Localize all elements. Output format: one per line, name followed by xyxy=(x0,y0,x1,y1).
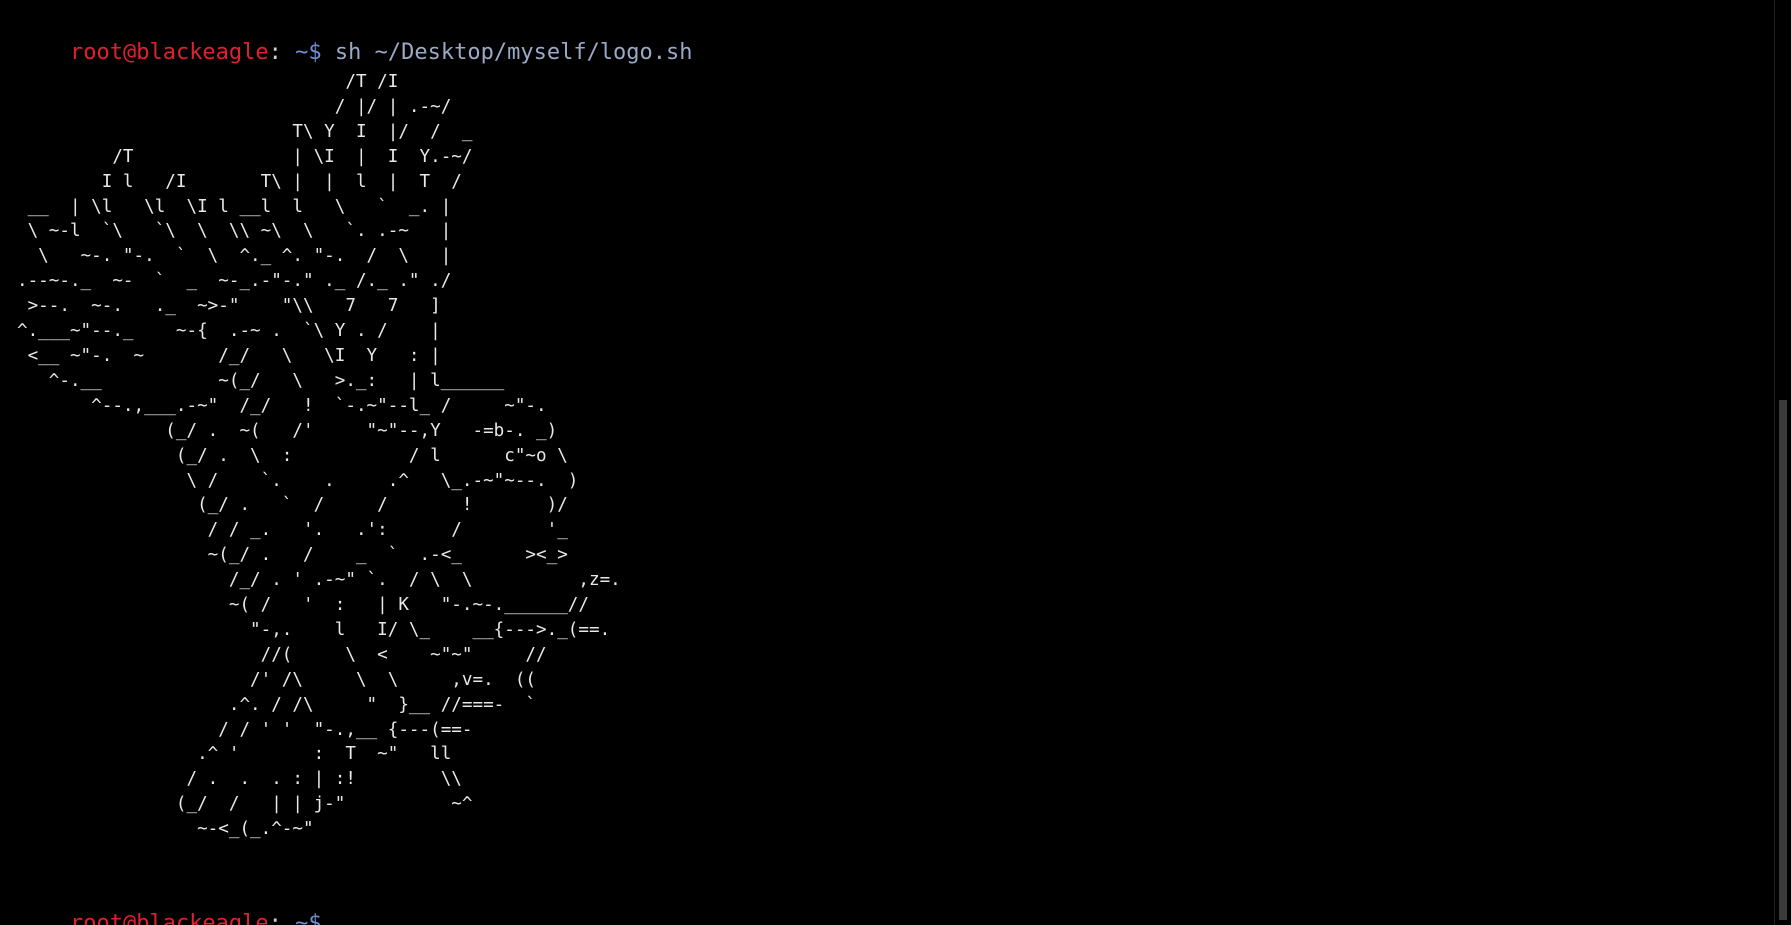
terminal-window[interactable]: root@blackeagle: ~$ sh ~/Desktop/myself/… xyxy=(0,0,1775,925)
prompt-user-host: root@blackeagle xyxy=(69,40,269,65)
prompt-user-host: root@blackeagle xyxy=(69,911,269,925)
executed-command: sh ~/Desktop/myself/logo.sh xyxy=(334,40,693,65)
scrollbar-thumb[interactable] xyxy=(1779,400,1787,920)
prompt-separator: : xyxy=(268,911,282,925)
vertical-scrollbar[interactable] xyxy=(1774,0,1791,925)
ascii-art-logo: /T /I / |/ | .-~/ T\ Y I |/ / _ /T | \I … xyxy=(17,72,621,840)
prompt-path: ~$ xyxy=(281,40,335,65)
prompt-separator: : xyxy=(268,40,282,65)
active-prompt-line[interactable]: root@blackeagle: ~$ xyxy=(17,885,351,925)
prompt-path: ~$ xyxy=(281,911,335,925)
